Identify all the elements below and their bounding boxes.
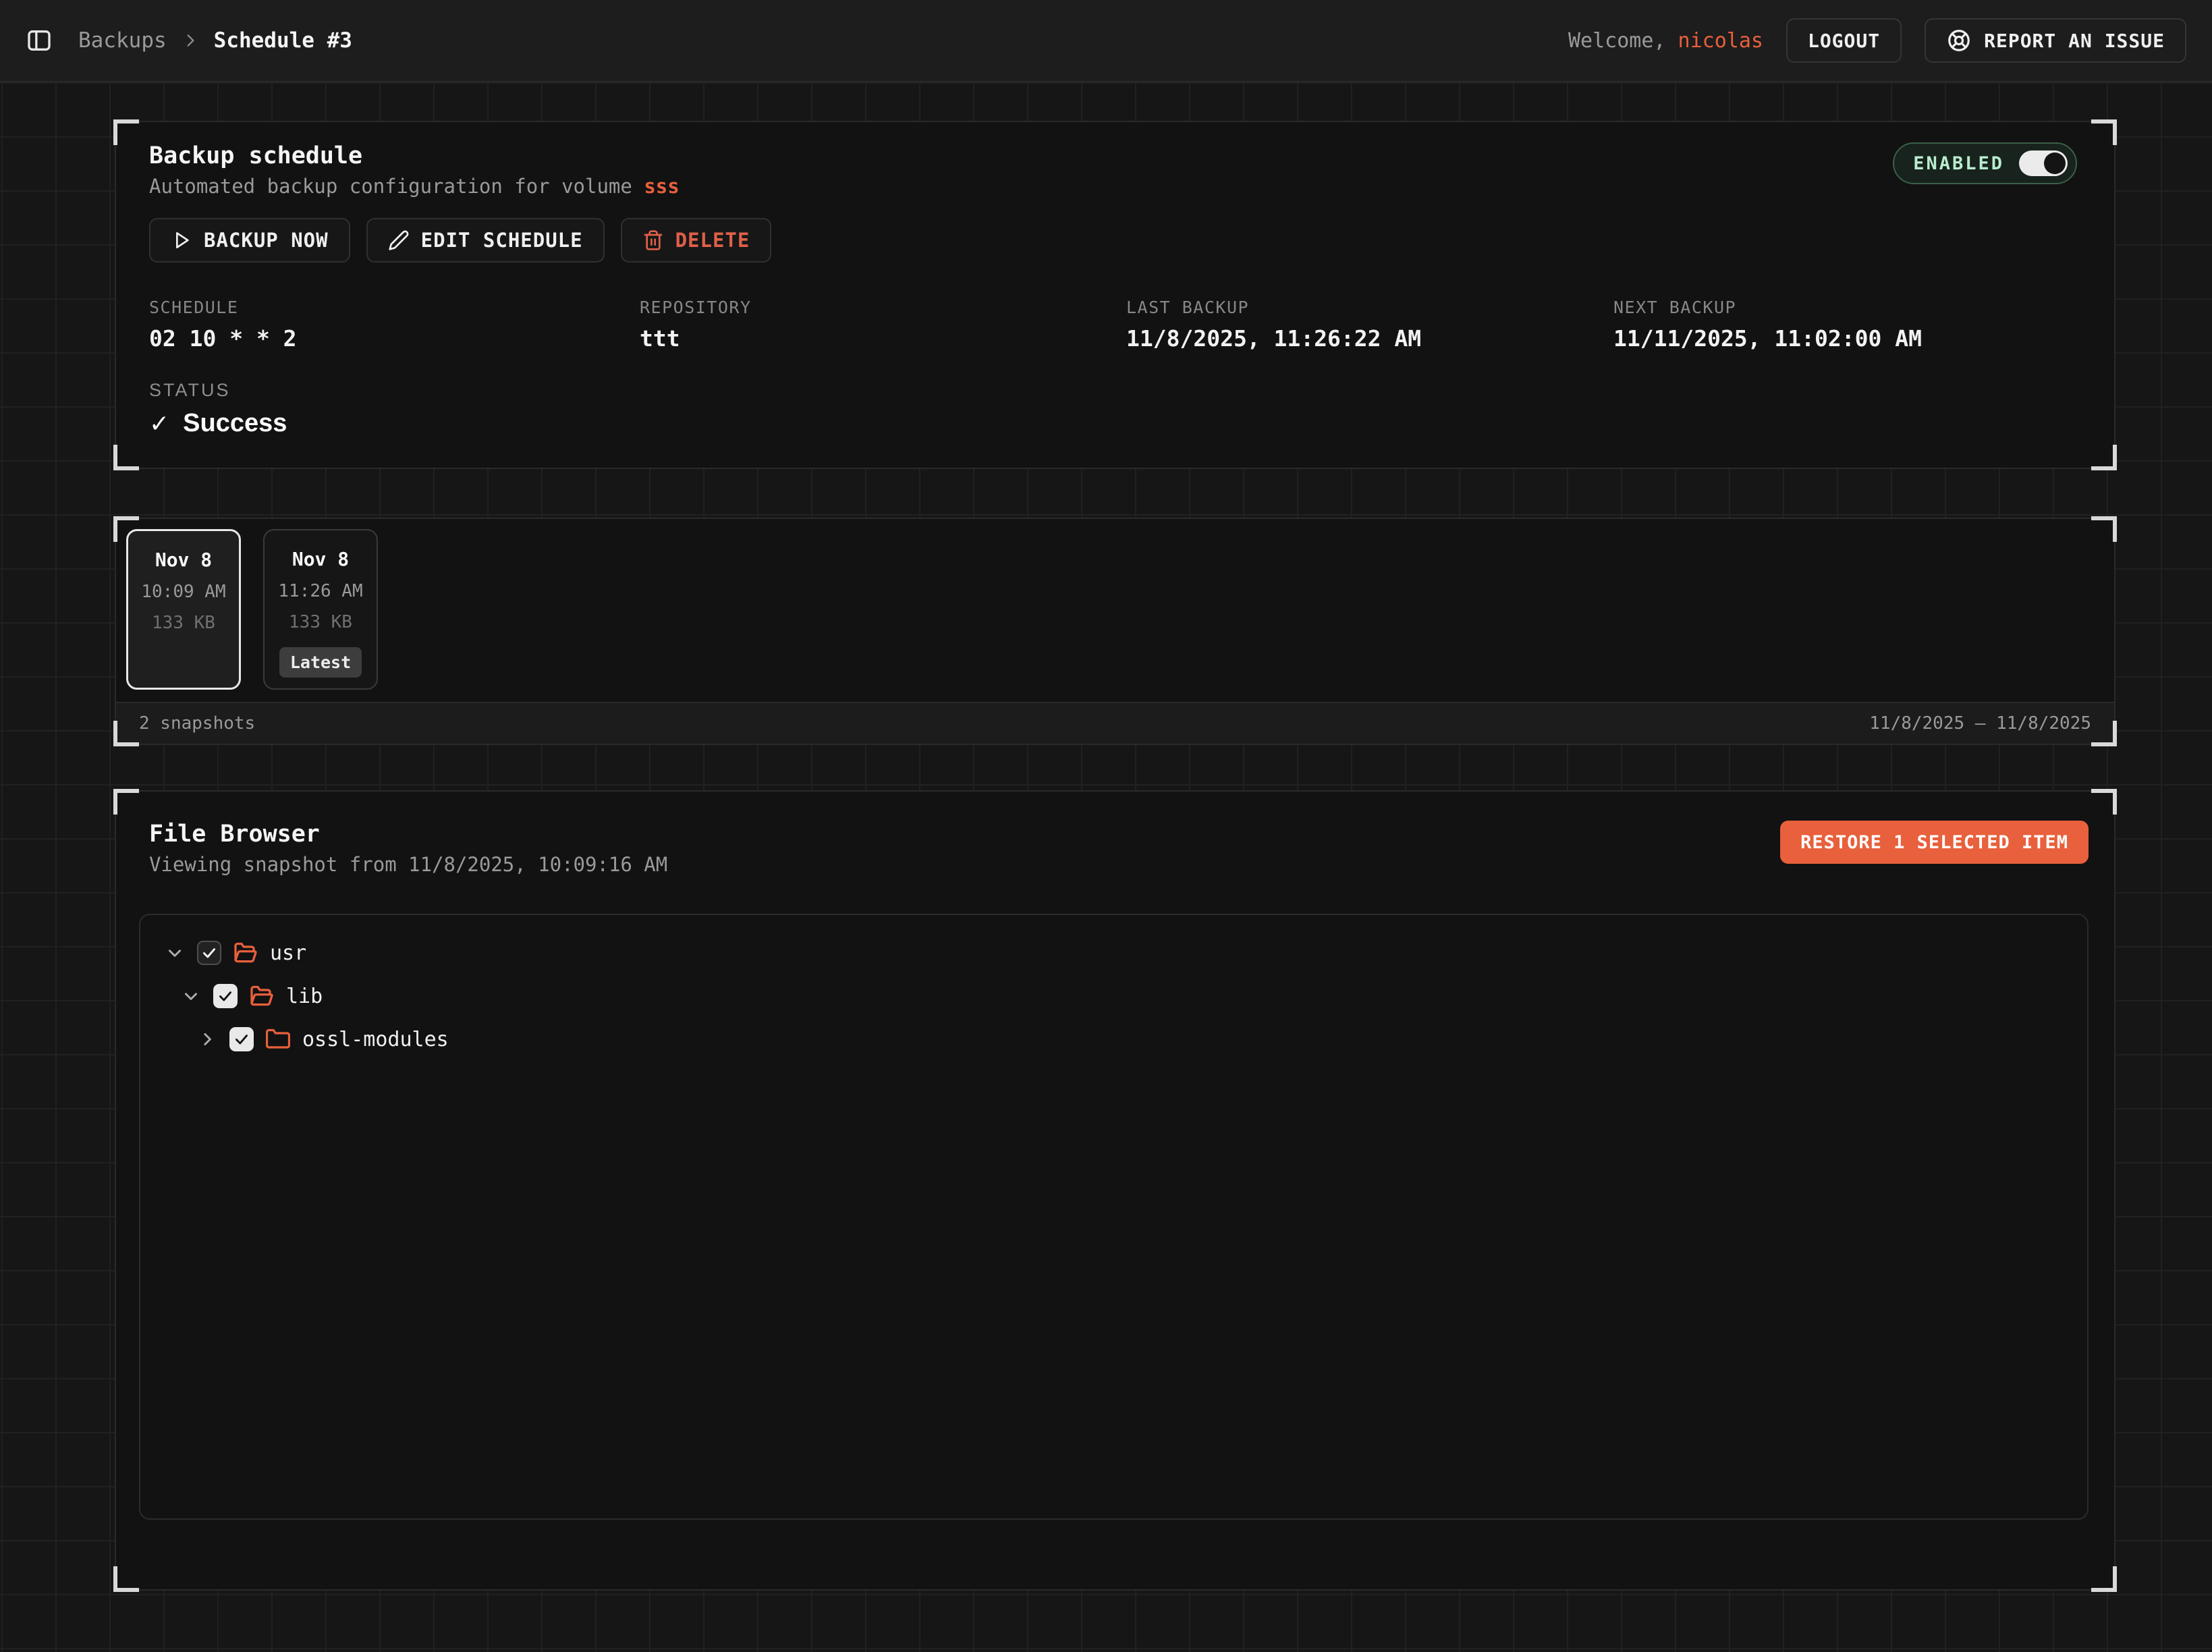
corner-bracket — [2091, 119, 2117, 145]
main-content: Backup schedule Automated backup configu… — [115, 121, 2116, 1591]
file-browser-subtitle: Viewing snapshot from 11/8/2025, 10:09:1… — [149, 853, 667, 876]
field-label: REPOSITORY — [640, 298, 1126, 317]
report-issue-button[interactable]: REPORT AN ISSUE — [1925, 18, 2186, 63]
breadcrumb-section[interactable]: Backups — [78, 28, 167, 53]
breadcrumb-page: Schedule #3 — [214, 28, 352, 53]
volume-name: sss — [644, 175, 679, 198]
field-label: LAST BACKUP — [1126, 298, 1613, 317]
file-browser-title: File Browser — [149, 821, 667, 848]
field-last-backup: LAST BACKUP 11/8/2025, 11:26:22 AM — [1126, 298, 1613, 352]
delete-button[interactable]: DELETE — [621, 218, 772, 263]
snapshot-size: 133 KB — [152, 613, 215, 633]
restore-label: RESTORE 1 SELECTED ITEM — [1800, 832, 2068, 853]
corner-bracket — [113, 789, 139, 815]
file-browser-card: File Browser Viewing snapshot from 11/8/… — [115, 790, 2116, 1591]
tree-item-label: ossl-modules — [302, 1028, 449, 1051]
report-issue-label: REPORT AN ISSUE — [1984, 30, 2165, 52]
snapshot-count: 2 snapshots — [139, 713, 255, 734]
field-label: SCHEDULE — [149, 298, 640, 317]
pencil-icon — [388, 229, 410, 251]
field-repository: REPOSITORY ttt — [640, 298, 1126, 352]
status-block: STATUS ✓ Success — [149, 380, 2077, 438]
tree-item-label: usr — [270, 941, 306, 965]
folder-open-icon — [233, 941, 258, 965]
toggle-switch[interactable] — [2019, 150, 2068, 176]
edit-schedule-label: EDIT SCHEDULE — [421, 229, 583, 252]
corner-bracket — [113, 445, 139, 470]
welcome-prefix: Welcome, — [1568, 29, 1666, 53]
checkbox[interactable] — [197, 941, 221, 965]
status-value: Success — [183, 409, 287, 438]
chevron-right-icon — [182, 32, 199, 49]
snapshot-date: Nov 8 — [292, 548, 349, 570]
field-value: 11/11/2025, 11:02:00 AM — [1613, 325, 2077, 352]
chevron-right-icon[interactable] — [197, 1029, 217, 1049]
logout-label: LOGOUT — [1808, 30, 1880, 52]
snapshot-time: 10:09 AM — [141, 582, 225, 602]
chevron-down-icon[interactable] — [181, 986, 201, 1006]
panel-left-icon — [26, 27, 53, 54]
corner-bracket — [113, 119, 139, 145]
schedule-card-subtitle: Automated backup configuration for volum… — [149, 175, 680, 198]
trash-icon — [642, 229, 664, 251]
subtitle-prefix: Automated backup configuration for volum… — [149, 175, 632, 198]
backup-schedule-card: Backup schedule Automated backup configu… — [115, 121, 2116, 469]
folder-open-icon — [250, 984, 274, 1008]
tree-item-label: lib — [286, 985, 323, 1008]
welcome-text: Welcome, nicolas — [1568, 29, 1763, 53]
tree-item-ossl-modules[interactable]: ossl-modules — [159, 1018, 2068, 1061]
corner-bracket — [2091, 789, 2117, 815]
tree-item-lib[interactable]: lib — [159, 974, 2068, 1018]
check-icon: ✓ — [149, 410, 169, 438]
backup-now-button[interactable]: BACKUP NOW — [149, 218, 350, 263]
field-next-backup: NEXT BACKUP 11/11/2025, 11:02:00 AM — [1613, 298, 2077, 352]
snapshot-time: 11:26 AM — [278, 581, 362, 601]
snapshot-date-range: 11/8/2025 – 11/8/2025 — [1869, 713, 2091, 734]
breadcrumb: Backups Schedule #3 — [78, 28, 352, 53]
toggle-knob — [2044, 153, 2066, 174]
snapshot-size: 133 KB — [289, 612, 352, 632]
delete-label: DELETE — [675, 229, 750, 252]
play-icon — [171, 229, 192, 251]
tree-item-usr[interactable]: usr — [159, 931, 2068, 974]
restore-button[interactable]: RESTORE 1 SELECTED ITEM — [1780, 821, 2089, 864]
schedule-card-title: Backup schedule — [149, 142, 680, 169]
field-label: NEXT BACKUP — [1613, 298, 2077, 317]
chevron-down-icon[interactable] — [165, 943, 185, 963]
file-tree: usr lib — [139, 914, 2089, 1520]
snapshot-tile[interactable]: Nov 8 11:26 AM 133 KB Latest — [263, 529, 378, 690]
status-label: STATUS — [149, 380, 2077, 401]
folder-icon — [266, 1027, 290, 1051]
field-schedule: SCHEDULE 02 10 * * 2 — [149, 298, 640, 352]
enabled-toggle[interactable]: ENABLED — [1893, 142, 2077, 184]
field-value: 02 10 * * 2 — [149, 325, 640, 352]
snapshot-tile-selected[interactable]: Nov 8 10:09 AM 133 KB — [126, 529, 241, 690]
backup-now-label: BACKUP NOW — [204, 229, 329, 252]
corner-bracket — [2091, 1566, 2117, 1592]
sidebar-toggle-button[interactable] — [26, 27, 53, 54]
checkbox[interactable] — [229, 1027, 254, 1051]
topbar: Backups Schedule #3 Welcome, nicolas LOG… — [0, 0, 2212, 82]
checkbox[interactable] — [213, 984, 238, 1008]
snapshot-strip: Nov 8 10:09 AM 133 KB Nov 8 11:26 AM 133… — [116, 519, 2114, 702]
logout-button[interactable]: LOGOUT — [1786, 18, 1902, 63]
schedule-fields: SCHEDULE 02 10 * * 2 REPOSITORY ttt LAST… — [149, 298, 2077, 352]
field-value: 11/8/2025, 11:26:22 AM — [1126, 325, 1613, 352]
snapshot-date: Nov 8 — [155, 549, 212, 571]
username: nicolas — [1678, 29, 1763, 53]
snapshots-card: Nov 8 10:09 AM 133 KB Nov 8 11:26 AM 133… — [115, 518, 2116, 745]
edit-schedule-button[interactable]: EDIT SCHEDULE — [366, 218, 605, 263]
field-value: ttt — [640, 325, 1126, 352]
latest-badge: Latest — [279, 647, 362, 678]
snapshots-footer: 2 snapshots 11/8/2025 – 11/8/2025 — [116, 702, 2114, 744]
enabled-label: ENABLED — [1913, 153, 2004, 174]
lifebuoy-icon — [1946, 28, 1972, 53]
corner-bracket — [2091, 445, 2117, 470]
corner-bracket — [113, 1566, 139, 1592]
